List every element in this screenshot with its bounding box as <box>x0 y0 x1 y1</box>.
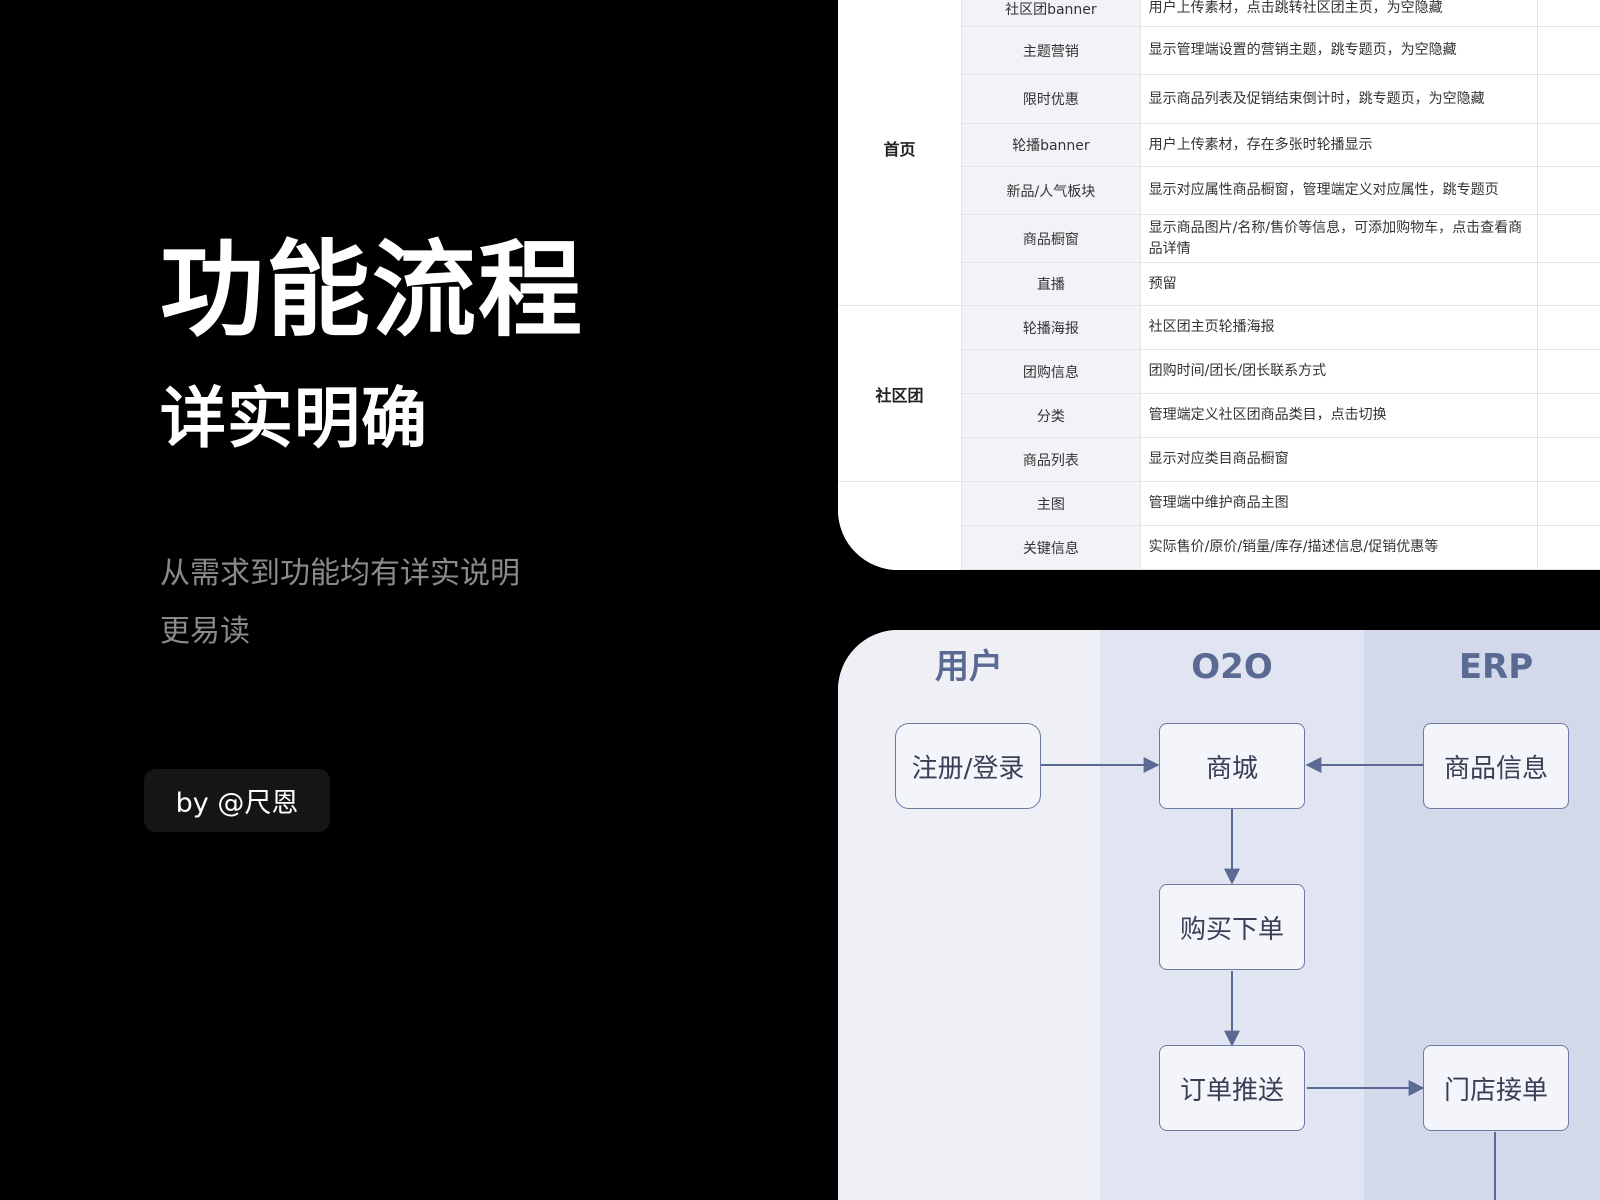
table-cell-name: 社区团banner <box>961 0 1141 27</box>
table-cell-name: 轮播banner <box>961 123 1141 167</box>
table-cell-desc: 显示对应类目商品橱窗 <box>1139 437 1539 482</box>
table-cell-extra <box>1537 26 1600 75</box>
hero-description: 从需求到功能均有详实说明 更易读 <box>160 545 580 661</box>
table-cell-desc: 社区团主页轮播海报 <box>1139 305 1539 350</box>
hero-title: 功能流程 <box>160 229 585 351</box>
hero-description-line-2: 更易读 <box>160 614 250 649</box>
table-cell-desc: 显示商品列表及促销结束倒计时，跳专题页，为空隐藏 <box>1139 74 1539 124</box>
table-cell-desc: 管理端中维护商品主图 <box>1139 481 1539 526</box>
table-group-community: 社区团 <box>838 305 963 482</box>
table-cell-desc: 用户上传素材，点击跳转社区团主页，为空隐藏 <box>1139 0 1539 27</box>
flow-diagram-card: 用户 O2O ERP 注册/登录 商城 商品信息 购买下单 订单推送 门店接单 <box>838 630 1600 1200</box>
table-cell-extra <box>1537 262 1600 306</box>
table-cell-extra <box>1537 349 1600 394</box>
table-cell-desc: 实际售价/原价/销量/库存/描述信息/促销优惠等 <box>1139 525 1539 570</box>
table-cell-extra <box>1537 569 1600 570</box>
node-product-info: 商品信息 <box>1423 723 1569 809</box>
table-cell-desc: 预留 <box>1139 262 1539 306</box>
table-cell-desc: 显示对应属性商品橱窗，管理端定义对应属性，跳专题页 <box>1139 166 1539 215</box>
table-cell-name: 直播 <box>961 262 1141 306</box>
table-group-product <box>838 481 963 570</box>
node-mall: 商城 <box>1159 723 1305 809</box>
table-cell-name: 分类 <box>961 393 1141 438</box>
table-cell-extra <box>1537 74 1600 124</box>
node-store-accept: 门店接单 <box>1423 1045 1569 1131</box>
table-cell-name: 关键信息 <box>961 525 1141 570</box>
table-cell-extra <box>1537 0 1600 27</box>
table-cell-desc: 用户上传素材，存在多张时轮播显示 <box>1139 123 1539 167</box>
table-cell-desc: 显示管理端设置的营销主题，跳专题页，为空隐藏 <box>1139 26 1539 75</box>
table-cell-desc: 团购时间/团长/团长联系方式 <box>1139 349 1539 394</box>
table-row: 社区团 轮播海报 社区团主页轮播海报 <box>838 305 1600 482</box>
lane-title-o2o: O2O <box>1191 647 1273 687</box>
table-row: 首页 社区团banner 用户上传素材，点击跳转社区团主页，为空隐藏 <box>838 0 1600 306</box>
table-cell-extra <box>1537 525 1600 570</box>
page: 功能流程 详实明确 从需求到功能均有详实说明 更易读 by @尺恩 首页 社区团… <box>0 0 1600 1200</box>
table-cell-name: 商品橱窗 <box>961 214 1141 263</box>
table-cell-desc: 显示商品图片/名称/售价等信息，可添加购物车，点击查看商品详情 <box>1139 214 1539 263</box>
node-place-order: 购买下单 <box>1159 884 1305 970</box>
feature-table: 首页 社区团banner 用户上传素材，点击跳转社区团主页，为空隐藏 主题营销 … <box>838 0 1600 570</box>
table-cell-name: 轮播海报 <box>961 305 1141 350</box>
author-badge: by @尺恩 <box>144 769 330 832</box>
table-cell-extra <box>1537 123 1600 167</box>
table-cell-name: 新品/人气板块 <box>961 166 1141 215</box>
hero-subtitle: 详实明确 <box>160 380 428 457</box>
table-row: 主图 管理端中维护商品主图 <box>838 481 1600 570</box>
table-cell-extra <box>1537 214 1600 263</box>
table-cell-name: 团购信息 <box>961 349 1141 394</box>
table-cell-name: 商品列表 <box>961 437 1141 482</box>
lane-user <box>838 630 1100 1200</box>
table-cell-name: 主题营销 <box>961 26 1141 75</box>
table-cell-extra <box>1537 393 1600 438</box>
hero-description-line-1: 从需求到功能均有详实说明 <box>160 556 520 591</box>
table-cell-desc: 管理端定义社区团商品类目，点击切换 <box>1139 393 1539 438</box>
table-cell-desc <box>1139 569 1539 570</box>
feature-table-card: 首页 社区团banner 用户上传素材，点击跳转社区团主页，为空隐藏 主题营销 … <box>838 0 1600 570</box>
table-cell-extra <box>1537 437 1600 482</box>
node-register-login: 注册/登录 <box>895 723 1041 809</box>
table-group-home: 首页 <box>838 0 963 306</box>
table-cell-extra <box>1537 481 1600 526</box>
lane-title-user: 用户 <box>935 647 1003 687</box>
lane-title-erp: ERP <box>1458 647 1534 687</box>
table-cell-extra <box>1537 305 1600 350</box>
table-cell-name: 限时优惠 <box>961 74 1141 124</box>
node-order-push: 订单推送 <box>1159 1045 1305 1131</box>
table-cell-name <box>961 569 1141 570</box>
table-cell-extra <box>1537 166 1600 215</box>
table-cell-name: 主图 <box>961 481 1141 526</box>
